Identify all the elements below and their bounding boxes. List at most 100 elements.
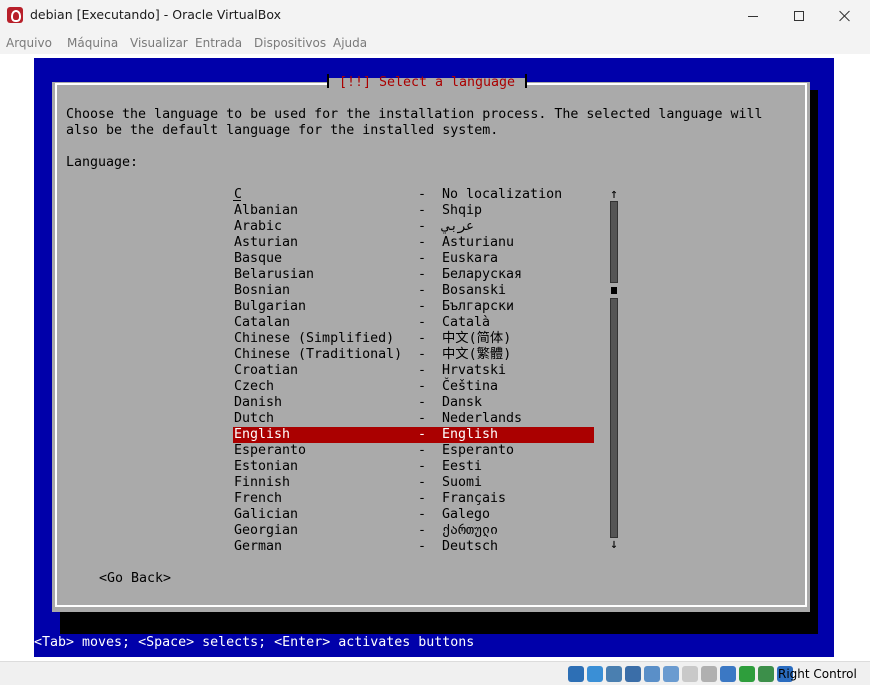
title-bar: debian [Executando] - Oracle VirtualBox: [0, 0, 870, 32]
language-separator: -: [418, 475, 427, 490]
language-option[interactable]: Asturian - Asturianu: [233, 235, 594, 251]
audio-icon[interactable]: [606, 666, 622, 682]
language-separator: -: [418, 411, 427, 426]
language-name: Finnish: [234, 475, 291, 490]
language-option[interactable]: Georgian - ქართული: [233, 523, 594, 539]
scrollbar[interactable]: ↑ ↓: [609, 187, 619, 553]
scrollbar-track[interactable]: [610, 298, 618, 538]
language-option[interactable]: Dutch - Nederlands: [233, 411, 594, 427]
language-name: German: [234, 539, 283, 554]
language-separator: -: [418, 315, 427, 330]
language-option[interactable]: C - No localization: [233, 187, 594, 203]
language-name: Estonian: [234, 459, 299, 474]
language-name: French: [234, 491, 283, 506]
language-native-name: Български: [442, 299, 515, 314]
menu-visualizar[interactable]: Visualizar: [130, 36, 188, 50]
language-native-name: Shqip: [442, 203, 483, 218]
optical-drive-icon[interactable]: [587, 666, 603, 682]
language-native-name: Català: [442, 315, 491, 330]
language-option[interactable]: English - English: [233, 427, 594, 443]
language-option[interactable]: French - Français: [233, 491, 594, 507]
language-separator: -: [418, 523, 427, 538]
minimize-button[interactable]: [730, 0, 776, 32]
language-option[interactable]: Estonian - Eesti: [233, 459, 594, 475]
language-native-name: Galego: [442, 507, 491, 522]
language-separator: -: [418, 203, 427, 218]
scroll-down-arrow-icon[interactable]: ↓: [609, 537, 619, 553]
language-name: Catalan: [234, 315, 291, 330]
language-option[interactable]: Finnish - Suomi: [233, 475, 594, 491]
language-native-name: Dansk: [442, 395, 483, 410]
minimize-icon: [748, 15, 758, 17]
language-name: Czech: [234, 379, 275, 394]
language-name: Esperanto: [234, 443, 307, 458]
menu-arquivo[interactable]: Arquivo: [6, 36, 52, 50]
scrollbar-thumb[interactable]: [611, 287, 617, 294]
language-option[interactable]: Chinese (Simplified) - 中文(简体): [233, 331, 594, 347]
network-icon[interactable]: [625, 666, 641, 682]
language-native-name: Esperanto: [442, 443, 515, 458]
language-option[interactable]: Chinese (Traditional) - 中文(繁體): [233, 347, 594, 363]
language-separator: -: [418, 219, 427, 234]
language-separator: -: [418, 331, 427, 346]
language-option[interactable]: Croatian - Hrvatski: [233, 363, 594, 379]
menu-ajuda[interactable]: Ajuda: [333, 36, 367, 50]
language-option[interactable]: Arabic - عربي: [233, 219, 594, 235]
language-option[interactable]: Bulgarian - Български: [233, 299, 594, 315]
language-native-name: Nederlands: [442, 411, 523, 426]
language-option[interactable]: Basque - Euskara: [233, 251, 594, 267]
language-name: Croatian: [234, 363, 299, 378]
language-option[interactable]: Esperanto - Esperanto: [233, 443, 594, 459]
language-name: Georgian: [234, 523, 299, 538]
language-option[interactable]: Catalan - Català: [233, 315, 594, 331]
language-native-name: Deutsch: [442, 539, 499, 554]
language-list[interactable]: C - No localization Albanian - Shqip Arabic - عر…: [0, 187, 870, 555]
language-option[interactable]: Bosnian - Bosanski: [233, 283, 594, 299]
language-separator: -: [418, 379, 427, 394]
language-name: Arabic: [234, 219, 283, 234]
language-name: Albanian: [234, 203, 299, 218]
language-name: Bulgarian: [234, 299, 307, 314]
language-option[interactable]: Albanian - Shqip: [233, 203, 594, 219]
host-key-label: Right Control: [778, 667, 857, 681]
maximize-button[interactable]: [776, 0, 822, 32]
mouse-integration-icon[interactable]: [758, 666, 774, 682]
language-native-name: Беларуская: [442, 267, 523, 282]
virtual-machine-icon[interactable]: [720, 666, 736, 682]
language-separator: -: [418, 363, 427, 378]
language-separator: -: [418, 347, 427, 362]
language-name: Asturian: [234, 235, 299, 250]
virtualbox-app-icon: [7, 7, 23, 23]
language-option[interactable]: German - Deutsch: [233, 539, 594, 555]
video-capture-icon[interactable]: [701, 666, 717, 682]
language-native-name: ქართული: [442, 523, 499, 538]
menu-maquina[interactable]: Máquina: [67, 36, 118, 50]
usb-icon[interactable]: [644, 666, 660, 682]
guest-additions-icon[interactable]: [739, 666, 755, 682]
language-option[interactable]: Belarusian - Беларуская: [233, 267, 594, 283]
language-native-name: Asturianu: [442, 235, 515, 250]
hard-disk-icon[interactable]: [568, 666, 584, 682]
language-option[interactable]: Danish - Dansk: [233, 395, 594, 411]
installer-help-line: <Tab> moves; <Space> selects; <Enter> ac…: [34, 635, 475, 650]
language-separator: -: [418, 283, 427, 298]
language-option[interactable]: Czech - Čeština: [233, 379, 594, 395]
close-icon: [839, 10, 851, 22]
language-name: Belarusian: [234, 267, 315, 282]
menu-dispositivos[interactable]: Dispositivos: [254, 36, 326, 50]
language-native-name: Čeština: [442, 379, 499, 394]
language-name: Bosnian: [234, 283, 291, 298]
language-native-name: 中文(简体): [442, 331, 512, 346]
display-icon[interactable]: [682, 666, 698, 682]
dialog-title: [!!] Select a language: [338, 75, 516, 90]
language-option[interactable]: Galician - Galego: [233, 507, 594, 523]
close-button[interactable]: [822, 0, 868, 32]
go-back-button[interactable]: <Go Back>: [99, 571, 171, 587]
language-separator: -: [418, 539, 427, 554]
language-label: Language:: [66, 155, 139, 170]
shared-folders-icon[interactable]: [663, 666, 679, 682]
language-name: Dutch: [234, 411, 275, 426]
menu-entrada[interactable]: Entrada: [195, 36, 242, 50]
language-native-name: Hrvatski: [442, 363, 507, 378]
scrollbar-track[interactable]: [610, 201, 618, 283]
